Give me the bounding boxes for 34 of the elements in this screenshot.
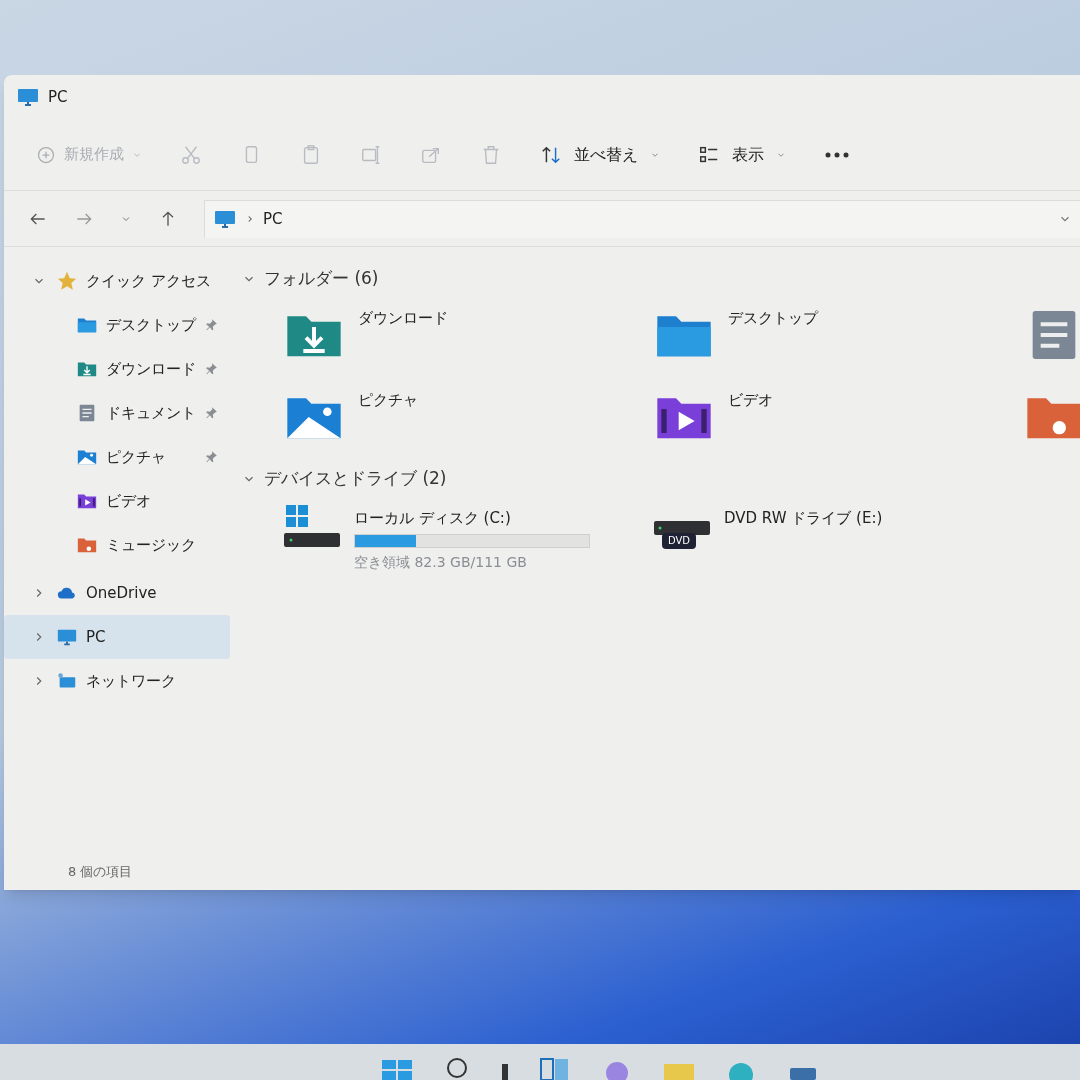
dvd-drive-icon — [654, 521, 710, 535]
window-title: PC — [48, 86, 68, 108]
section-header[interactable]: デバイスとドライブ (2) — [264, 466, 447, 492]
status-text: 8 個の項目 — [68, 863, 133, 882]
folder-tile[interactable]: DVD DVD RW ドライブ (E:) — [652, 499, 1022, 569]
more-options-icon[interactable] — [824, 150, 850, 159]
free-space-text: 空き領域 82.3 GB/111 GB — [354, 552, 528, 572]
sidebar-item[interactable]: ネットワーク — [4, 659, 230, 703]
folder-tile[interactable]: ビデオ — [652, 381, 1022, 451]
sidebar-item[interactable]: デスクトップ — [4, 303, 230, 347]
star-icon — [56, 270, 78, 292]
pin-icon — [204, 362, 218, 376]
folder-tile[interactable]: デスクトップ — [652, 299, 1022, 369]
folder-tile[interactable]: ダウンロード — [282, 299, 652, 369]
sidebar-item[interactable]: ドキュメント — [4, 391, 230, 435]
sidebar-item[interactable]: ミュージック — [4, 523, 230, 567]
pin-icon — [204, 450, 218, 464]
sidebar-item[interactable]: ダウンロード — [4, 347, 230, 391]
dvd-badge: DVD — [662, 533, 697, 549]
folder-tile[interactable]: ピクチャ — [282, 381, 652, 451]
sidebar-item[interactable]: ビデオ — [4, 479, 230, 523]
pin-icon — [204, 318, 218, 332]
address-field[interactable]: PC — [204, 199, 1080, 238]
sidebar-item[interactable]: ピクチャ — [4, 435, 230, 479]
pin-icon — [204, 406, 218, 420]
sort-button[interactable]: 並べ替え — [540, 142, 660, 167]
sidebar-item[interactable]: OneDrive — [4, 571, 230, 615]
breadcrumb-item[interactable]: PC — [263, 207, 283, 231]
folder-tile[interactable]: ローカル ディスク (C:) 空き領域 82.3 GB/111 GB — [282, 499, 652, 569]
section-header[interactable]: フォルダー (6) — [264, 266, 379, 292]
sidebar-item[interactable]: クイック アクセス — [4, 259, 230, 303]
sidebar-item[interactable]: PC — [4, 615, 230, 659]
plus-icon — [36, 144, 56, 165]
view-button[interactable]: 表示 — [698, 142, 786, 167]
